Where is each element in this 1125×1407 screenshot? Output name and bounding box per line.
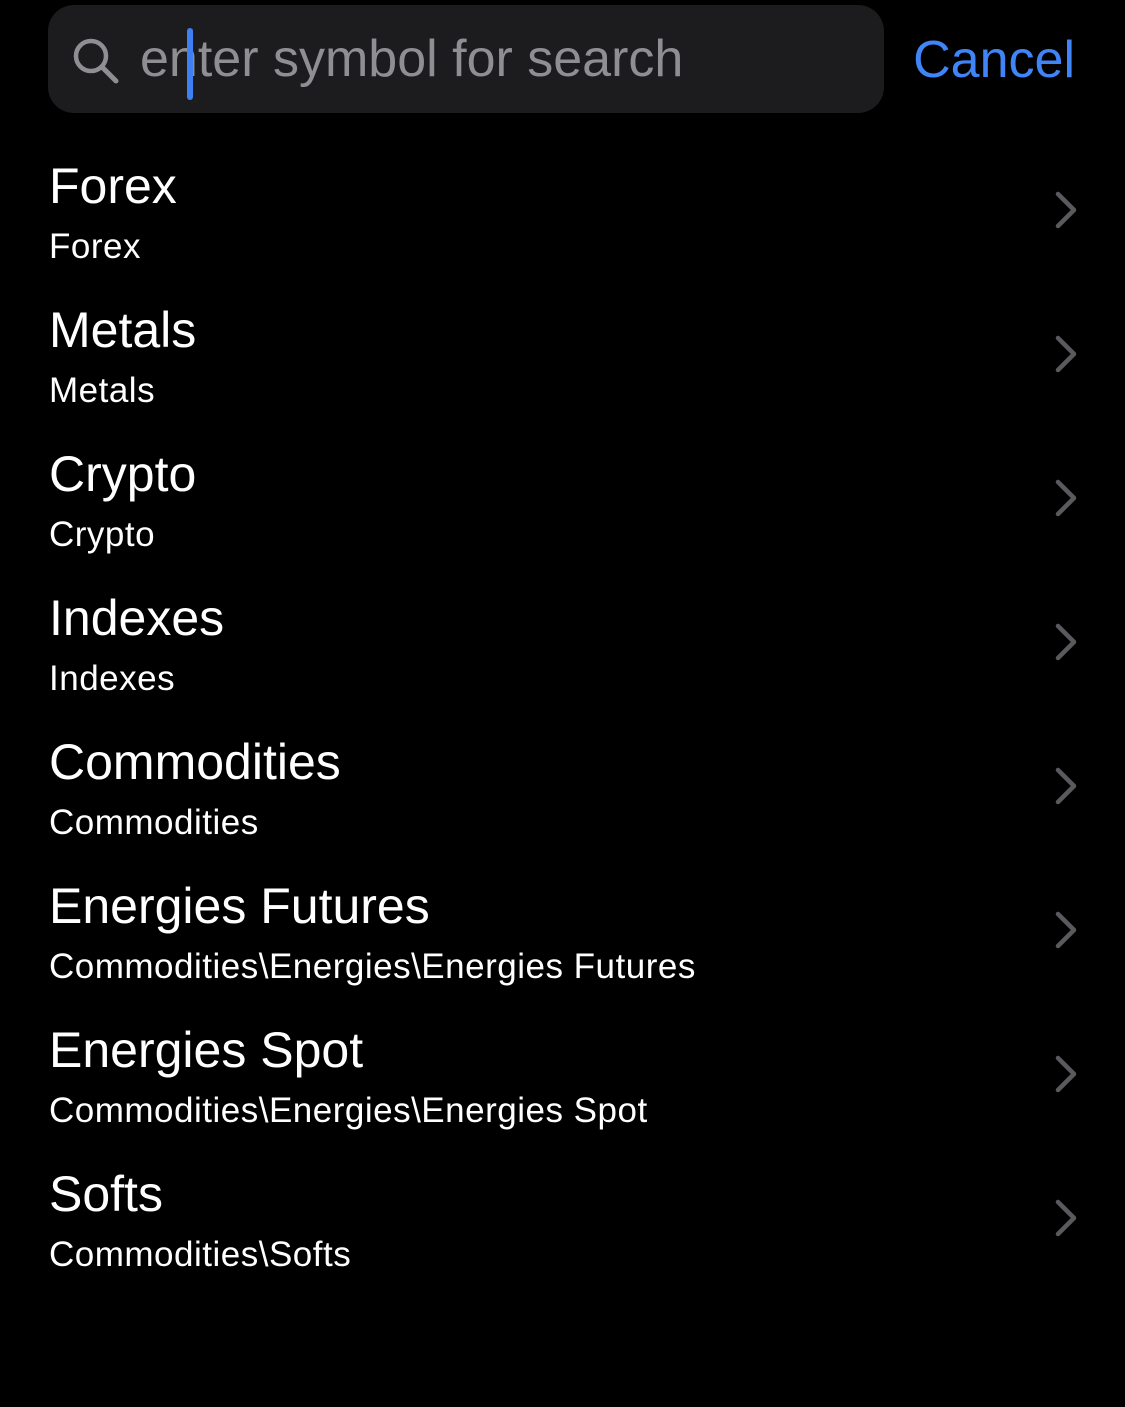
search-input[interactable] xyxy=(140,5,860,113)
category-path: Commodities\Energies\Energies Spot xyxy=(49,1091,648,1130)
list-item[interactable]: Forex Forex xyxy=(0,144,1125,288)
category-list: Forex Forex Metals Metals Crypto Crypto … xyxy=(0,144,1125,1296)
category-title: Metals xyxy=(49,302,197,358)
category-title: Commodities xyxy=(49,734,341,790)
category-path: Crypto xyxy=(49,515,156,554)
category-title: Indexes xyxy=(49,590,225,646)
text-cursor xyxy=(187,28,193,100)
category-path: Commodities\Softs xyxy=(49,1235,352,1274)
category-path: Commodities xyxy=(49,803,259,842)
list-item[interactable]: Commodities Commodities xyxy=(0,720,1125,864)
chevron-right-icon xyxy=(1055,767,1077,805)
list-item[interactable]: Energies Spot Commodities\Energies\Energ… xyxy=(0,1008,1125,1152)
search-icon xyxy=(73,38,119,84)
chevron-right-icon xyxy=(1055,623,1077,661)
category-path: Metals xyxy=(49,371,156,410)
list-item[interactable]: Metals Metals xyxy=(0,288,1125,432)
symbol-search-screen: Cancel Forex Forex Metals Metals Crypto … xyxy=(0,0,1125,1407)
chevron-right-icon xyxy=(1055,479,1077,517)
cancel-button[interactable]: Cancel xyxy=(913,31,1075,89)
search-bar: Cancel xyxy=(48,5,1075,113)
category-title: Crypto xyxy=(49,446,197,502)
category-title: Forex xyxy=(49,158,177,214)
list-item[interactable]: Crypto Crypto xyxy=(0,432,1125,576)
chevron-right-icon xyxy=(1055,335,1077,373)
list-item[interactable]: Indexes Indexes xyxy=(0,576,1125,720)
list-item[interactable]: Energies Futures Commodities\Energies\En… xyxy=(0,864,1125,1008)
category-title: Energies Spot xyxy=(49,1022,364,1078)
category-title: Softs xyxy=(49,1166,163,1222)
category-path: Indexes xyxy=(49,659,176,698)
category-path: Commodities\Energies\Energies Futures xyxy=(49,947,696,986)
chevron-right-icon xyxy=(1055,1199,1077,1237)
chevron-right-icon xyxy=(1055,911,1077,949)
search-field[interactable] xyxy=(48,5,884,113)
list-item[interactable]: Softs Commodities\Softs xyxy=(0,1152,1125,1296)
category-title: Energies Futures xyxy=(49,878,430,934)
chevron-right-icon xyxy=(1055,191,1077,229)
chevron-right-icon xyxy=(1055,1055,1077,1093)
category-path: Forex xyxy=(49,227,141,266)
